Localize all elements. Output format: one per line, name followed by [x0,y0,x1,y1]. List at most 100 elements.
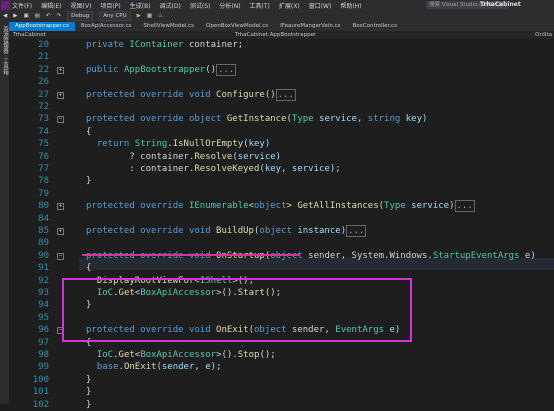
menu-debug[interactable]: 调试(D) [160,1,181,10]
menu-test[interactable]: 测试(S) [190,1,211,10]
code-line[interactable]: protected override object GetInstance(Ty… [86,113,427,125]
annotation-underline [82,254,299,256]
menu-help[interactable]: 帮助(H) [340,1,361,10]
collapsed-region-marker[interactable]: ... [454,200,475,213]
fold-toggle-icon[interactable]: + [57,91,64,99]
platform-select[interactable]: Any CPU [99,11,131,21]
menu-file[interactable]: 文件(F) [12,1,32,10]
configuration-select[interactable]: Debug [67,11,94,21]
line-number: 96 [38,325,49,336]
tab-boxcontroller[interactable]: BoxController.cs [347,22,403,31]
code-token: object [259,226,292,236]
undo-icon[interactable]: ↶ [46,13,51,19]
line-number: 74 [38,126,49,137]
code-token: (key) [243,139,271,150]
line-number: 95 [38,312,49,323]
menu-window[interactable]: 窗口(W) [309,1,332,10]
code-token: } [86,387,92,398]
forward-icon[interactable]: ▶ [13,13,17,19]
code-token: return [86,139,135,150]
tool-icon[interactable]: ▦ [147,13,152,19]
line-number: 99 [38,362,49,373]
collapsed-region-marker[interactable]: ... [275,88,296,101]
code-line[interactable]: protected override IEnumerable<object> G… [86,200,475,213]
code-line[interactable]: } [86,399,91,411]
line-number: 97 [38,337,49,348]
menu-extensions[interactable]: 扩展(X) [279,1,300,10]
code-line[interactable]: } [86,374,91,386]
type-dropdown[interactable]: TrhaCabinet.AppBootstrapper [235,31,316,39]
tab-shellviewmodel[interactable]: ShellViewModel.cs [137,22,200,31]
code-token: ResolveKeyed [194,164,260,174]
code-line[interactable]: ? container.Resolve(service) [86,151,281,163]
new-item-icon[interactable]: ▣ [23,13,28,19]
fold-toggle-icon[interactable]: + [57,203,64,211]
code-line[interactable]: public AppBootstrapper()... [86,63,237,76]
code-token: IoC [96,350,114,360]
project-dropdown[interactable]: TrhaCabinet [13,31,46,39]
code-token: protected override void [86,89,217,100]
start-icon[interactable]: ▶ [137,13,141,19]
member-dropdown[interactable]: OnSta [535,31,552,39]
server-explorer-tab[interactable]: 资源管理器 [1,26,9,54]
tab-boxapiaccessor[interactable]: BoxApiAccessor.cs [75,22,138,31]
menu-build[interactable]: 生成(B) [130,1,151,10]
back-icon[interactable]: ◀ [3,13,7,19]
code-editor[interactable]: 20 private IContainer container; 21 22 + publ… [9,39,554,410]
fold-toggle-icon[interactable]: + [57,228,64,235]
code-line[interactable]: : container.ResolveKeyed(key, service); [86,163,340,175]
code-token: } [86,176,92,187]
tab-appbootstrapper[interactable]: AppBootstrapper.cs [9,22,75,31]
code-token: () [205,64,217,75]
code-token: : container. [86,164,195,174]
code-token: container; [183,40,244,50]
flame-icon[interactable]: ♨ [158,13,163,19]
code-line[interactable]: IoC.Get<BoxApiAccessor>().Stop(); [86,349,276,361]
code-line[interactable]: protected override void BuildUp(object i… [86,225,367,237]
navigation-bar: TrhaCabinet TrhaCabinet.AppBootstrapper … [9,31,554,39]
fold-toggle-icon[interactable]: − [57,116,64,124]
menu-view[interactable]: 视图(V) [71,1,92,10]
code-line[interactable]: } [86,175,91,187]
code-token: IEnumerable [188,201,249,212]
line-number: 92 [38,275,49,286]
menu-project[interactable]: 项目(P) [100,1,120,10]
code-token: Type [384,201,406,212]
collapsed-region-marker[interactable]: ... [346,225,367,237]
visual-studio-logo-icon [1,0,10,10]
fold-toggle-icon[interactable]: − [57,252,64,260]
toolbox-tab[interactable]: 工具箱 [1,58,9,75]
code-line[interactable]: base.OnExit(sender, e); [86,361,222,373]
line-number: 75 [38,139,49,150]
code-token: GetInstance [226,114,287,125]
line-number: 78 [38,176,49,187]
redo-icon[interactable]: ↷ [56,13,61,19]
code-token: > [286,201,298,212]
code-token: private [86,40,130,50]
tab-ifeauremangervein[interactable]: IFeaureMangerVein.cs [274,22,346,31]
code-token: Stop [237,350,260,360]
collapsed-region-marker[interactable]: ... [216,63,237,76]
code-token: String [134,139,168,150]
tab-openboxviewmodel[interactable]: OpenBoxViewModel.cs [200,22,274,31]
code-line[interactable]: { [86,126,91,138]
line-number: 94 [38,300,49,311]
code-token: protected override void [86,226,217,236]
code-line[interactable]: return String.IsNullOrEmpty(key) [86,138,270,150]
code-line[interactable]: { [86,262,91,274]
save-icon[interactable]: ▤ [35,13,40,19]
code-line[interactable]: private IContainer container; [86,39,243,51]
menu-analyze[interactable]: 分析(N) [219,1,240,10]
code-token: key) [400,114,428,125]
line-number: 102 [32,399,49,410]
line-number: 21 [38,52,49,63]
side-tool-strip: 资源管理器 工具箱 [0,22,9,404]
menu-edit[interactable]: 编辑(E) [41,1,61,10]
code-line[interactable]: protected override void Configure()... [86,88,296,101]
code-token: e) [519,250,536,261]
fold-toggle-icon[interactable]: + [57,66,64,74]
menu-tools[interactable]: 工具(T) [250,1,270,10]
line-number: 91 [38,263,49,274]
code-line[interactable]: } [86,386,91,398]
